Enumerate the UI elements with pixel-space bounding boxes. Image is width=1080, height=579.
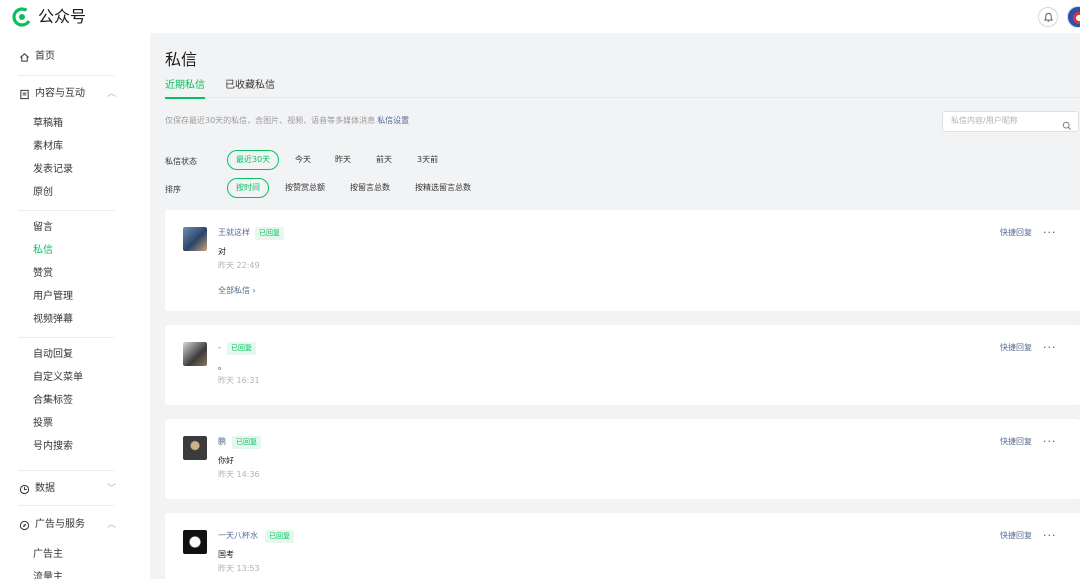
filter-last-30-days[interactable]: 最近30天 [227, 150, 280, 170]
sidebar-group-label: 广告与服务 [35, 519, 85, 530]
message-text: 。 [218, 362, 226, 371]
sidebar-item-advertiser[interactable]: 广告主 [33, 548, 133, 562]
account-avatar[interactable] [1067, 6, 1080, 28]
user-avatar[interactable] [183, 530, 207, 554]
all-messages-link[interactable]: 全部私信 › [218, 285, 256, 297]
filter-day-before[interactable]: 前天 [376, 154, 392, 166]
message-time: 昨天 16:31 [218, 376, 260, 385]
sidebar-group-label: 数据 [35, 483, 55, 494]
notice-text: 仅保存最近30天的私信，含图片、视频、语音等多媒体消息 [165, 116, 376, 125]
sidebar-group-data[interactable]: 数据 ﹀ [18, 482, 116, 496]
message-card[interactable]: - 已回复 。 昨天 16:31 快捷回复 ··· [165, 325, 1080, 405]
message-card[interactable]: 王就这样 已回复 对 昨天 22:49 全部私信 › 快捷回复 ··· [165, 210, 1080, 311]
chart-icon [18, 483, 30, 495]
top-bar: 公众号 [0, 0, 1080, 33]
bell-icon[interactable] [1038, 7, 1058, 27]
document-icon [18, 88, 30, 100]
search-input[interactable] [951, 116, 1061, 125]
sidebar-item-publish-records[interactable]: 发表记录 [33, 163, 133, 177]
quick-reply-button[interactable]: 快捷回复 [1000, 342, 1032, 354]
divider [18, 210, 115, 211]
status-filter-label: 私信状态 [165, 157, 197, 166]
message-text: 国考 [218, 550, 234, 559]
sidebar-item-original[interactable]: 原创 [33, 186, 133, 200]
sidebar-item-rewards[interactable]: 赞赏 [33, 267, 133, 281]
sidebar-item-users[interactable]: 用户管理 [33, 290, 133, 304]
logo[interactable]: 公众号 [12, 7, 86, 27]
tab-recent-messages[interactable]: 近期私信 [165, 79, 205, 99]
search-icon[interactable] [1062, 116, 1072, 135]
sort-by-time[interactable]: 按时间 [227, 178, 269, 198]
quick-reply-button[interactable]: 快捷回复 [1000, 530, 1032, 542]
more-options-icon[interactable]: ··· [1043, 342, 1057, 354]
retention-notice: 仅保存最近30天的私信，含图片、视频、语音等多媒体消息 私信设置 [165, 115, 409, 127]
search-box[interactable] [942, 111, 1079, 132]
filter-yesterday[interactable]: 昨天 [335, 154, 351, 166]
sidebar-item-video-danmaku[interactable]: 视频弹幕 [33, 313, 133, 327]
sort-by-comments[interactable]: 按留言总数 [350, 182, 390, 194]
tab-starred-messages[interactable]: 已收藏私信 [225, 79, 275, 97]
user-name[interactable]: 王就这样 [218, 227, 250, 239]
divider [18, 470, 115, 471]
chevron-up-icon: ︿ [106, 520, 116, 530]
replied-badge: 已回复 [232, 436, 261, 449]
quick-reply-button[interactable]: 快捷回复 [1000, 436, 1032, 448]
message-card[interactable]: 鹏 已回复 你好 昨天 14:36 快捷回复 ··· [165, 419, 1080, 499]
filter-3-days-ago[interactable]: 3天前 [417, 154, 438, 166]
sort-by-reward[interactable]: 按赞赏总额 [285, 182, 325, 194]
more-options-icon[interactable]: ··· [1043, 530, 1057, 542]
sidebar-item-messages[interactable]: 私信 [33, 244, 133, 258]
message-card[interactable]: 一天八杯水 已回复 国考 昨天 13:53 快捷回复 ··· [165, 513, 1080, 579]
message-settings-link[interactable]: 私信设置 [377, 116, 409, 125]
sidebar-item-custom-menu[interactable]: 自定义菜单 [33, 371, 133, 385]
sidebar-item-auto-reply[interactable]: 自动回复 [33, 348, 133, 362]
divider [18, 337, 115, 338]
user-name[interactable]: - [218, 342, 221, 354]
chevron-up-icon: ︿ [106, 89, 116, 99]
sidebar-item-publisher[interactable]: 流量主 [33, 571, 133, 579]
sidebar-item-materials[interactable]: 素材库 [33, 140, 133, 154]
user-avatar[interactable] [183, 436, 207, 460]
sidebar: 首页 内容与互动 ︿ 草稿箱 素材库 发表记录 原创 留言 私信 赞赏 用户管理… [0, 33, 150, 579]
sidebar-group-ads[interactable]: 广告与服务 ︿ [18, 518, 116, 532]
chevron-down-icon: ﹀ [106, 484, 116, 494]
page-title: 私信 [165, 50, 198, 69]
replied-badge: 已回复 [265, 530, 294, 543]
main-content: 私信 近期私信 已收藏私信 仅保存最近30天的私信，含图片、视频、语音等多媒体消… [150, 33, 1080, 579]
wechat-official-logo-icon [12, 7, 32, 27]
tab-bar: 近期私信 已收藏私信 [165, 79, 1080, 99]
user-name[interactable]: 鹏 [218, 436, 226, 448]
message-time: 昨天 22:49 [218, 261, 260, 270]
home-icon [18, 51, 30, 63]
user-avatar[interactable] [183, 342, 207, 366]
message-text: 对 [218, 247, 226, 256]
compass-icon [18, 519, 30, 531]
filter-today[interactable]: 今天 [295, 154, 311, 166]
quick-reply-button[interactable]: 快捷回复 [1000, 227, 1032, 239]
sidebar-group-label: 内容与互动 [35, 88, 85, 99]
sidebar-item-drafts[interactable]: 草稿箱 [33, 117, 133, 131]
user-name[interactable]: 一天八杯水 [218, 530, 258, 542]
sidebar-item-home[interactable]: 首页 [18, 50, 116, 64]
sidebar-group-content[interactable]: 内容与互动 ︿ [18, 87, 116, 101]
sidebar-item-in-account-search[interactable]: 号内搜索 [33, 440, 133, 454]
replied-badge: 已回复 [255, 227, 284, 240]
user-avatar[interactable] [183, 227, 207, 251]
sidebar-item-label: 首页 [35, 51, 55, 62]
logo-text: 公众号 [38, 7, 87, 26]
sidebar-item-comments[interactable]: 留言 [33, 221, 133, 235]
sort-label: 排序 [165, 185, 181, 194]
message-time: 昨天 13:53 [218, 564, 260, 573]
divider [18, 505, 115, 506]
more-options-icon[interactable]: ··· [1043, 227, 1057, 239]
more-options-icon[interactable]: ··· [1043, 436, 1057, 448]
sort-by-featured-comments[interactable]: 按精选留言总数 [415, 182, 471, 194]
message-time: 昨天 14:36 [218, 470, 260, 479]
sidebar-item-vote[interactable]: 投票 [33, 417, 133, 431]
replied-badge: 已回复 [227, 342, 256, 355]
sidebar-item-collection-tags[interactable]: 合集标签 [33, 394, 133, 408]
divider [18, 75, 115, 76]
message-text: 你好 [218, 456, 234, 465]
